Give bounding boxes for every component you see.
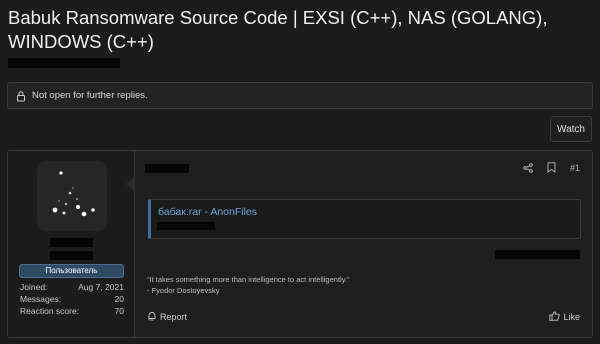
redacted-thread-meta (8, 58, 120, 68)
share-icon[interactable] (523, 162, 533, 173)
redacted-user-title (50, 251, 93, 260)
watch-button[interactable]: Watch (550, 116, 592, 142)
locked-notice: Not open for further replies. (7, 82, 593, 109)
redacted-last-edited (495, 250, 580, 259)
thumbs-up-icon (549, 311, 561, 323)
flag-icon (147, 311, 157, 323)
user-role-badge: Пользователь (19, 264, 124, 278)
stat-messages: Messages: 20 (20, 294, 124, 304)
bookmark-icon[interactable] (547, 162, 556, 173)
stat-label: Reaction score: (20, 306, 80, 316)
stat-value: 20 (114, 294, 124, 304)
stat-value: 70 (114, 306, 124, 316)
lock-icon (15, 90, 27, 102)
stat-label: Joined: (20, 282, 48, 292)
post-header-actions: #1 (523, 162, 580, 173)
report-button[interactable]: Report (147, 311, 187, 323)
signature: “It takes something more than intelligen… (147, 274, 349, 296)
redacted-link-url (157, 222, 215, 230)
signature-quote: “It takes something more than intelligen… (147, 275, 350, 284)
like-button[interactable]: Like (549, 311, 580, 323)
post: Пользователь Joined: Aug 7, 2021 Message… (7, 150, 593, 338)
like-label: Like (563, 312, 580, 322)
stat-label: Messages: (20, 294, 62, 304)
userpane-arrow (126, 176, 135, 192)
link-title[interactable]: бабак.rar - AnonFiles (158, 206, 257, 218)
post-number[interactable]: #1 (570, 163, 580, 173)
stat-value: Aug 7, 2021 (78, 282, 124, 292)
page-title: Babuk Ransomware Source Code | EXSI (C++… (8, 7, 548, 52)
signature-author: - Fyodor Dostoyevsky (147, 286, 220, 295)
locked-notice-text: Not open for further replies. (32, 90, 148, 101)
stat-reaction-score: Reaction score: 70 (20, 306, 124, 316)
user-pane: Пользователь Joined: Aug 7, 2021 Message… (8, 151, 135, 337)
stat-joined: Joined: Aug 7, 2021 (20, 282, 124, 292)
avatar[interactable] (37, 161, 107, 231)
redacted-post-date[interactable] (145, 164, 189, 173)
link-embed[interactable]: бабак.rar - AnonFiles (148, 199, 581, 239)
redacted-username (50, 238, 93, 247)
report-label: Report (160, 312, 188, 322)
